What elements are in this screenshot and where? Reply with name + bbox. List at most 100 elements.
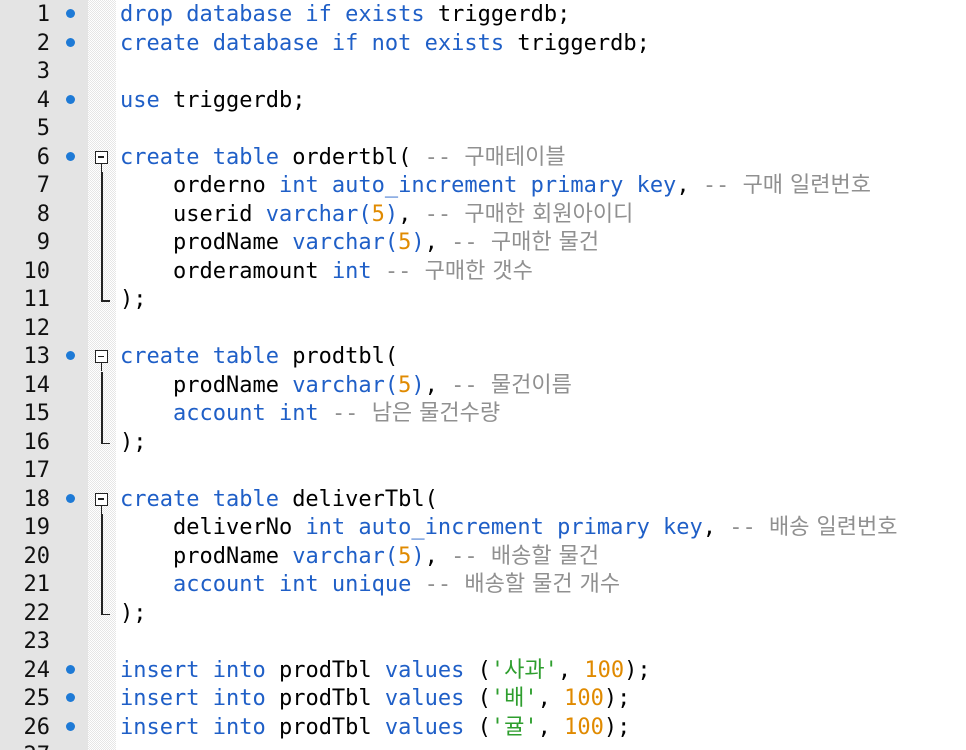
line-number: 25 — [23, 686, 51, 711]
fold-box-icon — [95, 492, 108, 514]
token-id: , — [537, 686, 565, 711]
code-line[interactable]: 21 account int unique -- 배송할 물건 개수 — [0, 571, 966, 600]
code-line[interactable]: 4 use triggerdb; — [0, 87, 966, 116]
token-cmt: 배송할 물건 — [490, 543, 600, 569]
token-id: , — [424, 543, 452, 569]
sql-editor[interactable]: 1 drop database if exists triggerdb; 2 crea… — [0, 0, 966, 750]
fold-guide-line — [93, 371, 113, 401]
code-line[interactable]: 9 prodName varchar(5), -- 구매한 물건 — [0, 229, 966, 258]
token-cmt: 구매테이블 — [464, 144, 566, 170]
line-number: 19 — [23, 515, 51, 540]
code-text: prodName varchar(5), -- 물건이름 — [120, 372, 572, 401]
code-line[interactable]: 26 insert into prodTbl values ('귤', 100); — [0, 714, 966, 743]
token-kw: create table — [120, 144, 293, 170]
code-line[interactable]: 18 create table deliverTbl( — [0, 486, 966, 515]
code-line[interactable]: 27 — [0, 742, 966, 750]
line-number: 9 — [36, 230, 50, 255]
code-line[interactable]: 12 — [0, 315, 966, 344]
token-cmtdash: -- — [384, 258, 425, 284]
fold-toggle-minus-icon[interactable] — [93, 486, 113, 515]
token-cmt: 구매 일련번호 — [742, 173, 871, 198]
bookmark-dot-icon[interactable] — [66, 94, 75, 104]
line-number: 13 — [23, 344, 51, 369]
code-line[interactable]: 14 prodName varchar(5), -- 물건이름 — [0, 371, 966, 401]
token-cmtdash: -- — [451, 230, 491, 255]
token-str: '배' — [490, 686, 538, 711]
token-kw: values — [384, 657, 478, 683]
token-id: ); — [624, 657, 651, 683]
bookmark-dot-icon[interactable] — [66, 151, 75, 161]
token-kw: varchar( — [292, 372, 399, 398]
code-line[interactable]: 1 drop database if exists triggerdb; — [0, 1, 966, 30]
code-line[interactable]: 8 userid varchar(5), -- 구매한 회원아이디 — [0, 200, 966, 230]
code-line[interactable]: 15 account int -- 남은 물건수량 — [0, 400, 966, 429]
code-line[interactable]: 22); — [0, 599, 966, 629]
token-kw: int — [331, 258, 385, 284]
code-line[interactable]: 23 — [0, 628, 966, 657]
code-line[interactable]: 2 create database if not exists triggerdb… — [0, 30, 966, 59]
code-line[interactable]: 17 — [0, 457, 966, 486]
bookmark-dot-icon[interactable] — [66, 9, 75, 18]
token-id: prodtbl( — [292, 344, 399, 369]
token-id: ( — [477, 686, 491, 711]
token-id: ( — [477, 657, 491, 683]
code-text: create table deliverTbl( — [120, 486, 438, 515]
bookmark-dot-icon[interactable] — [66, 37, 75, 47]
line-number: 17 — [23, 458, 51, 483]
token-cmt: 배송할 물건 개수 — [464, 572, 621, 597]
token-id: prodName — [172, 230, 293, 255]
code-text: insert into prodTbl values ('사과', 100); — [120, 657, 651, 686]
fold-toggle-minus-icon[interactable] — [93, 144, 113, 173]
token-str: '사과' — [490, 657, 558, 683]
line-number: 12 — [23, 315, 51, 341]
token-id: prodName — [172, 372, 293, 398]
token-cmtdash: -- — [424, 572, 465, 597]
code-line[interactable]: 11); — [0, 286, 966, 315]
token-id: , — [424, 230, 452, 255]
token-cmtdash: -- — [331, 401, 372, 426]
line-number: 27 — [0, 742, 51, 750]
token-cmtdash: -- — [451, 372, 491, 398]
token-kw: values — [384, 714, 478, 740]
line-number: 14 — [23, 372, 51, 398]
token-kw: ) — [411, 230, 425, 255]
code-line[interactable]: 24 insert into prodTbl values ('사과', 100)… — [0, 657, 966, 686]
bookmark-dot-icon[interactable] — [66, 664, 75, 674]
token-num: 5 — [398, 230, 412, 255]
code-line[interactable]: 19 deliverNo int auto_increment primary … — [0, 514, 966, 543]
code-line[interactable]: 6 create table ordertbl( -- 구매테이블 — [0, 144, 966, 173]
code-line[interactable]: 5 — [0, 115, 966, 144]
token-cmtdash: -- — [424, 201, 465, 227]
code-lines[interactable]: 1 drop database if exists triggerdb; 2 crea… — [0, 1, 966, 750]
line-number: 10 — [23, 258, 51, 284]
code-line[interactable]: 13 create table prodtbl( — [0, 343, 966, 372]
bookmark-dot-icon[interactable] — [66, 493, 75, 503]
code-line[interactable]: 16); — [0, 428, 966, 458]
code-text: ); — [120, 429, 147, 458]
code-line[interactable]: 7 orderno int auto_increment primary key… — [0, 172, 966, 201]
code-line[interactable]: 20 prodName varchar(5), -- 배송할 물건 — [0, 542, 966, 572]
line-number: 15 — [23, 401, 51, 426]
line-number: 22 — [23, 600, 51, 626]
code-line[interactable]: 3 — [0, 58, 966, 87]
bookmark-dot-icon[interactable] — [66, 721, 75, 731]
token-kw: int auto_increment primary key — [305, 515, 703, 540]
line-number: 20 — [23, 543, 51, 569]
fold-guide-line — [93, 400, 113, 429]
line-number: 5 — [36, 116, 50, 141]
token-kw: insert into — [120, 657, 279, 683]
code-line[interactable]: 10 orderamount int -- 구매한 갯수 — [0, 257, 966, 287]
fold-toggle-minus-icon[interactable] — [93, 343, 113, 372]
fold-guide-line — [93, 257, 113, 287]
bookmark-dot-icon[interactable] — [66, 351, 75, 360]
bookmark-dot-icon[interactable] — [66, 693, 75, 702]
code-text: account int -- 남은 물건수량 — [120, 400, 500, 429]
fold-guide-line — [93, 286, 113, 315]
token-kw: create database if not exists — [120, 30, 518, 56]
token-id: triggerdb; — [172, 87, 306, 113]
code-line[interactable]: 25 insert into prodTbl values ('배', 100); — [0, 685, 966, 714]
